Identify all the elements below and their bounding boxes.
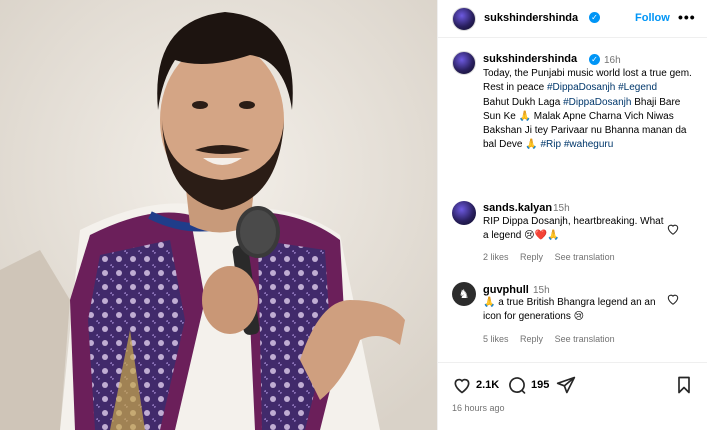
- post-header: sukshindershinda ✓ Follow •••: [438, 0, 707, 38]
- comment-reply-button[interactable]: Reply: [520, 252, 543, 262]
- verified-badge-icon: ✓: [589, 12, 600, 23]
- commenter-avatar[interactable]: [452, 201, 476, 225]
- see-translation-link[interactable]: See translation: [555, 334, 615, 344]
- post-caption: Today, the Punjabi music world lost a tr…: [483, 67, 698, 153]
- comment-username[interactable]: sands.kalyan: [483, 202, 552, 214]
- see-translation-link[interactable]: See translation: [555, 252, 615, 262]
- comment-meta: 5 likes Reply See translation: [483, 334, 624, 344]
- comment-likes[interactable]: 5 likes: [483, 334, 509, 344]
- follow-button[interactable]: Follow: [635, 12, 670, 24]
- hashtag-link[interactable]: #Rip: [540, 139, 561, 150]
- post-age: 16 hours ago: [452, 403, 505, 413]
- comment-count[interactable]: 195: [531, 379, 549, 391]
- hashtag-link[interactable]: #DippaDosanjh: [563, 97, 631, 108]
- bookmark-icon[interactable]: [674, 375, 694, 395]
- hashtag-link[interactable]: #waheguru: [564, 139, 613, 150]
- post-details-panel: sukshindershinda ✓ Follow ••• sukshinder…: [437, 0, 707, 430]
- comment-like-heart-icon[interactable]: [666, 222, 680, 236]
- caption-avatar[interactable]: [452, 51, 476, 75]
- comment-timestamp: 15h: [533, 285, 550, 296]
- post-actions-bar: 2.1K 195 16 hours ago: [438, 362, 707, 430]
- caption-text: Bahut Dukh Laga: [483, 96, 561, 108]
- more-options-icon[interactable]: •••: [678, 9, 696, 25]
- comment-icon[interactable]: [507, 375, 527, 395]
- author-username[interactable]: sukshindershinda: [484, 12, 578, 24]
- comment-timestamp: 15h: [553, 203, 570, 214]
- commenter-avatar[interactable]: ♞: [452, 282, 476, 306]
- comment-username[interactable]: guvphull: [483, 284, 529, 296]
- like-count[interactable]: 2.1K: [476, 379, 499, 391]
- share-icon[interactable]: [556, 375, 576, 395]
- comment-text: 🙏 a true British Bhangra legend an an ic…: [483, 297, 656, 323]
- verified-badge-icon: ✓: [589, 54, 600, 65]
- author-avatar[interactable]: [452, 7, 476, 31]
- comment-reply-button[interactable]: Reply: [520, 334, 543, 344]
- comment-like-heart-icon[interactable]: [666, 292, 680, 306]
- comment-text: RIP Dippa Dosanjh, heartbreaking. What a…: [483, 216, 664, 242]
- comment-meta: 2 likes Reply See translation: [483, 252, 624, 262]
- comment-likes[interactable]: 2 likes: [483, 252, 509, 262]
- caption-username[interactable]: sukshindershinda: [483, 53, 577, 65]
- hashtag-link[interactable]: #Legend: [618, 82, 657, 93]
- post-photo-illustration: [0, 0, 437, 430]
- post-image[interactable]: [0, 0, 437, 430]
- caption-timestamp: 16h: [604, 55, 621, 66]
- heart-icon[interactable]: [452, 375, 472, 395]
- hashtag-link[interactable]: #DippaDosanjh: [547, 82, 615, 93]
